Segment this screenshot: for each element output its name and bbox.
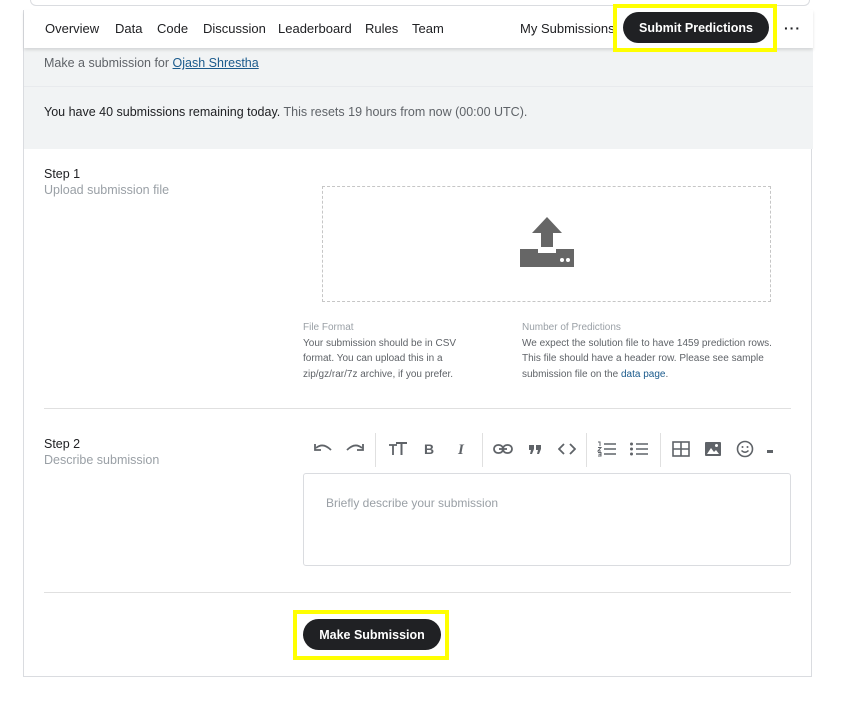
reset-time: This resets 19 hours from now (00:00 UTC… xyxy=(280,105,528,119)
toolbar-separator xyxy=(482,433,483,467)
svg-text:B: B xyxy=(424,442,434,456)
quote-icon[interactable] xyxy=(522,437,548,461)
submit-predictions-button[interactable]: Submit Predictions xyxy=(623,12,769,43)
file-format-info: File Format Your submission should be in… xyxy=(303,320,493,382)
code-icon[interactable] xyxy=(554,437,580,461)
step1-subtitle: Upload submission file xyxy=(44,183,170,197)
data-page-link[interactable]: data page xyxy=(621,369,666,380)
submission-card: Overview Data Code Discussion Leaderboar… xyxy=(23,4,813,677)
tab-rules[interactable]: Rules xyxy=(365,21,398,36)
predictions-line-2: This file should have a header row. Plea… xyxy=(522,353,764,364)
bullet-list-icon[interactable] xyxy=(626,437,652,461)
submission-header-band: Make a submission for Ojash Shrestha You… xyxy=(24,48,813,149)
svg-text:I: I xyxy=(457,442,465,456)
italic-icon[interactable]: I xyxy=(449,437,475,461)
make-submission-button[interactable]: Make Submission xyxy=(303,619,441,650)
description-textarea[interactable]: Briefly describe your submission xyxy=(303,473,791,566)
file-format-line-3: zip/gz/rar/7z archive, if you prefer. xyxy=(303,368,454,380)
toolbar-separator xyxy=(375,433,376,467)
tab-discussion[interactable]: Discussion xyxy=(203,21,266,36)
remaining-submissions-text: You have 40 submissions remaining today.… xyxy=(44,105,527,119)
text-size-icon[interactable] xyxy=(385,437,411,461)
bold-icon[interactable]: B xyxy=(416,437,442,461)
tab-code[interactable]: Code xyxy=(157,21,188,36)
file-format-line-1: Your submission should be in CSV xyxy=(303,337,457,349)
more-icon[interactable] xyxy=(758,437,784,461)
step2-title: Step 2 xyxy=(44,437,81,451)
my-submissions-link[interactable]: My Submissions xyxy=(520,21,615,36)
toolbar-separator xyxy=(660,433,661,467)
tab-leaderboard[interactable]: Leaderboard xyxy=(278,21,352,36)
emoji-icon[interactable] xyxy=(732,437,758,461)
tab-data[interactable]: Data xyxy=(115,21,142,36)
step-divider xyxy=(44,408,791,409)
competition-navbar: Overview Data Code Discussion Leaderboar… xyxy=(24,4,813,52)
link-icon[interactable] xyxy=(490,437,516,461)
table-icon[interactable] xyxy=(668,437,694,461)
step2-subtitle: Describe submission xyxy=(44,453,160,467)
predictions-line-3-end: . xyxy=(665,368,669,380)
image-icon[interactable] xyxy=(700,437,726,461)
footer-divider xyxy=(44,592,791,593)
redo-icon[interactable] xyxy=(342,437,368,461)
predictions-label: Number of Predictions xyxy=(522,322,621,333)
tab-team[interactable]: Team xyxy=(412,21,444,36)
toolbar-separator xyxy=(586,433,587,467)
numbered-list-icon[interactable] xyxy=(594,437,620,461)
user-name-link[interactable]: Ojash Shrestha xyxy=(173,56,259,70)
file-format-line-2: format. You can upload this in a xyxy=(303,353,443,364)
predictions-line-1: We expect the solution file to have 1459… xyxy=(522,337,772,349)
description-placeholder: Briefly describe your submission xyxy=(326,496,499,510)
undo-icon[interactable] xyxy=(310,437,336,461)
more-options-icon[interactable]: ··· xyxy=(784,20,801,36)
predictions-info: Number of Predictions We expect the solu… xyxy=(522,320,792,382)
make-submission-for: Make a submission for Ojash Shrestha xyxy=(44,56,259,70)
predictions-line-3: submission file on the data page. xyxy=(522,367,792,383)
file-format-label: File Format xyxy=(303,322,354,333)
step1-title: Step 1 xyxy=(44,167,81,181)
band-divider xyxy=(24,86,813,87)
tab-overview[interactable]: Overview xyxy=(45,21,99,36)
upload-icon xyxy=(519,215,575,274)
remaining-count: You have 40 submissions remaining today. xyxy=(44,105,281,119)
make-submission-prefix: Make a submission for xyxy=(44,56,170,70)
predictions-line-3-text: submission file on the xyxy=(522,368,621,380)
upload-dropzone[interactable] xyxy=(322,186,771,302)
